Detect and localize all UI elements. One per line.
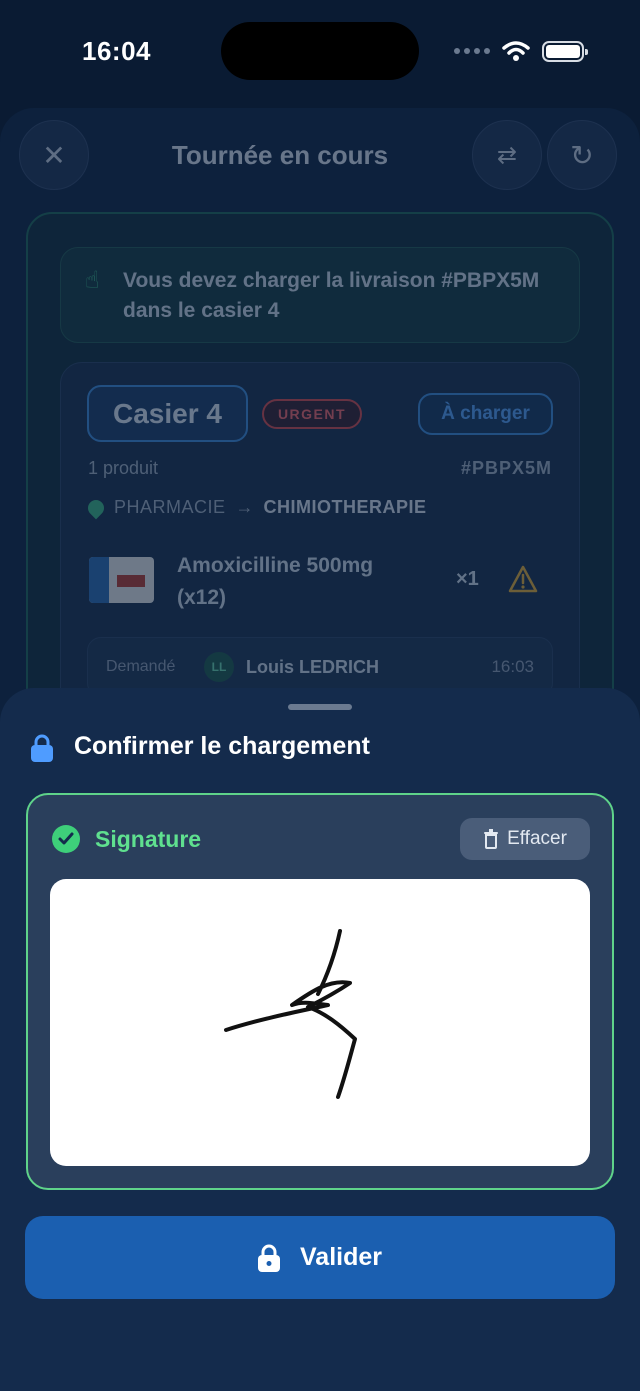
status-time: 16:04	[82, 36, 151, 66]
requester-name: Louis LEDRICH	[246, 657, 379, 677]
status-bar: 16:04	[0, 0, 640, 100]
signature-label: Signature	[95, 826, 202, 852]
instruction-box: ☝ Vous devez charger la livraison #PBPX5…	[60, 247, 580, 343]
lock-icon	[31, 734, 53, 762]
wifi-icon	[502, 41, 530, 61]
status-badge: À charger	[418, 393, 553, 435]
signal-dots-icon	[454, 48, 490, 54]
signature-stroke	[224, 929, 357, 1099]
validate-button[interactable]: Valider	[25, 1216, 615, 1299]
clear-signature-button[interactable]: Effacer	[460, 818, 590, 860]
location-pin-icon	[84, 496, 108, 519]
lock-icon	[258, 1244, 280, 1272]
refresh-icon: ↻	[570, 139, 594, 171]
swap-button[interactable]: ⇄	[472, 120, 542, 190]
status-icons	[454, 40, 588, 62]
check-circle-icon	[52, 825, 80, 853]
product-image	[89, 557, 154, 603]
avatar: LL	[204, 652, 234, 682]
clear-label: Effacer	[507, 828, 567, 849]
battery-icon	[542, 40, 588, 62]
header: ✕ Tournée en cours ⇄ ↻	[0, 120, 640, 192]
product-count: 1 produit	[88, 458, 159, 478]
product-name: Amoxicilline 500mg (x12)	[177, 554, 374, 609]
requested-label: Demandé	[106, 658, 176, 675]
warning-icon[interactable]	[508, 565, 538, 593]
dynamic-island	[221, 22, 419, 80]
route: PHARMACIE → CHIMIOTHERAPIE	[84, 496, 427, 519]
trash-icon	[484, 829, 499, 849]
validate-label: Valider	[300, 1243, 382, 1271]
instruction-text: Vous devez charger la livraison #PBPX5M …	[123, 269, 540, 322]
route-destination: CHIMIOTHERAPIE	[263, 497, 427, 517]
route-origin: PHARMACIE	[114, 497, 226, 517]
tap-hand-icon: ☝	[85, 267, 100, 294]
order-id: #PBPX5M	[460, 458, 552, 478]
locker-badge: Casier 4	[87, 385, 248, 442]
page-title: Tournée en cours	[171, 140, 389, 170]
modal-title: Confirmer le chargement	[74, 732, 370, 760]
signature-canvas[interactable]	[50, 879, 590, 1166]
swap-icon: ⇄	[496, 141, 518, 169]
sheet-grabber[interactable]	[288, 704, 352, 710]
product-quantity: ×1	[456, 568, 479, 590]
refresh-button[interactable]: ↻	[547, 120, 617, 190]
arrow-right-icon: →	[235, 497, 254, 517]
requested-time: 16:03	[491, 657, 534, 676]
urgent-badge: URGENT	[262, 399, 362, 429]
